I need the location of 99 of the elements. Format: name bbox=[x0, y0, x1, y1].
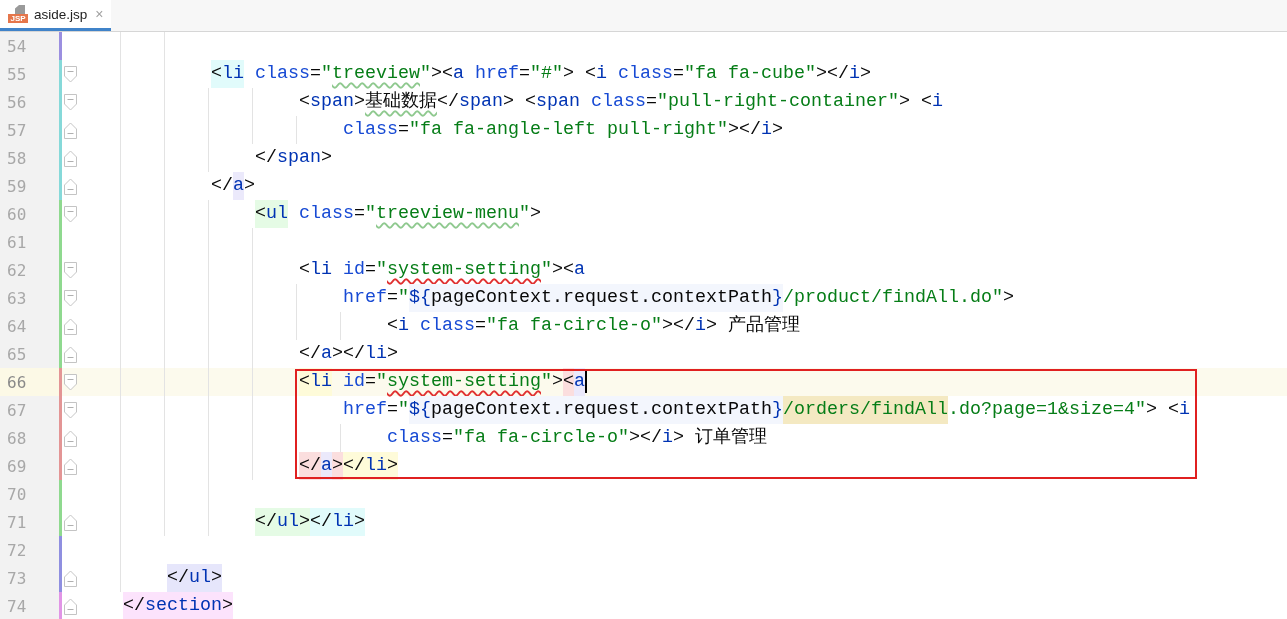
code-text: "> bbox=[519, 202, 541, 226]
line-number: 60 bbox=[0, 200, 59, 228]
highlighted-code: ${ bbox=[409, 284, 431, 312]
code-text: "><a href="#"> <i class="fa fa-cube"></i> bbox=[420, 62, 871, 86]
highlighted-code: ul bbox=[189, 564, 211, 592]
code-text: id=" bbox=[342, 370, 387, 394]
line-number: 57 bbox=[0, 116, 59, 144]
highlighted-code: li bbox=[332, 508, 354, 536]
highlighted-code: > bbox=[211, 564, 222, 592]
highlighted-code: > bbox=[299, 508, 310, 536]
code-text: href=" bbox=[343, 398, 409, 422]
fold-icon[interactable] bbox=[64, 457, 77, 475]
highlighted-code: </ bbox=[343, 452, 365, 480]
fold-icon[interactable] bbox=[64, 569, 77, 587]
line-number: 69 bbox=[0, 452, 59, 480]
code-text: > bbox=[244, 174, 255, 198]
code-text: class=" bbox=[254, 62, 332, 86]
line-number: 68 bbox=[0, 424, 59, 452]
fold-icon[interactable] bbox=[64, 121, 77, 139]
typo-underlined-code: treeview-menu bbox=[376, 202, 519, 226]
line-number: 55 bbox=[0, 60, 59, 88]
highlighted-code: < bbox=[299, 368, 310, 396]
fold-icon[interactable] bbox=[64, 177, 77, 195]
code-text: href=" bbox=[343, 286, 409, 310]
highlighted-code: </ bbox=[310, 508, 332, 536]
line-number: 71 bbox=[0, 508, 59, 536]
fold-icon[interactable] bbox=[64, 261, 77, 279]
line-number: 61 bbox=[0, 228, 59, 256]
code-text: <li id=" bbox=[299, 258, 387, 282]
highlighted-code: li bbox=[222, 60, 244, 88]
fold-icon[interactable] bbox=[64, 345, 77, 363]
fold-icon[interactable] bbox=[64, 289, 77, 307]
code-text: <span> bbox=[299, 90, 365, 114]
highlighted-code: </ bbox=[167, 564, 189, 592]
fold-icon[interactable] bbox=[64, 65, 77, 83]
highlighted-code: </ bbox=[123, 592, 145, 619]
file-tab[interactable]: JSP aside.jsp × bbox=[0, 0, 112, 31]
highlighted-code: a bbox=[574, 368, 585, 396]
fold-icon[interactable] bbox=[64, 205, 77, 223]
highlighted-code: </ bbox=[299, 452, 321, 480]
fold-icon[interactable] bbox=[64, 513, 77, 531]
error-underlined-code: system-setting bbox=[387, 258, 541, 282]
typo-underlined-code: 基础数据 bbox=[365, 90, 437, 114]
highlighted-code: pageContext.request.contextPath bbox=[431, 284, 772, 312]
line-number: 65 bbox=[0, 340, 59, 368]
highlighted-code: a bbox=[233, 172, 244, 200]
line-number: 59 bbox=[0, 172, 59, 200]
error-underlined-code: system-setting bbox=[387, 370, 541, 394]
code-text: /product/findAll.do"> bbox=[782, 286, 1014, 310]
highlighted-code: > bbox=[387, 452, 398, 480]
fold-icon[interactable] bbox=[64, 93, 77, 111]
highlighted-code: < bbox=[255, 200, 266, 228]
highlighted-code: pageContext.request.contextPath bbox=[431, 396, 772, 424]
highlighted-code: ${ bbox=[409, 396, 431, 424]
code-text: </span> bbox=[255, 146, 332, 170]
highlighted-code: > bbox=[222, 592, 233, 619]
code-text: </a></li> bbox=[299, 342, 398, 366]
code-text: </span> <span class="pull-right-container"> <i bbox=[437, 90, 943, 114]
fold-icon[interactable] bbox=[64, 149, 77, 167]
code-text: .do?page=1&size=4"> <i bbox=[947, 398, 1190, 422]
fold-icon[interactable] bbox=[64, 317, 77, 335]
highlighted-code: /orders/findAll bbox=[782, 396, 948, 424]
line-number: 63 bbox=[0, 284, 59, 312]
highlighted-code: section bbox=[145, 592, 222, 619]
code-text: "><a bbox=[541, 258, 585, 282]
highlighted-code: < bbox=[211, 60, 222, 88]
line-number: 74 bbox=[0, 592, 59, 619]
fold-icon[interactable] bbox=[64, 373, 77, 391]
code-text: class=" bbox=[298, 202, 376, 226]
highlighted-code: ul bbox=[266, 200, 288, 228]
line-number: 66 bbox=[0, 368, 59, 396]
highlighted-code: } bbox=[771, 284, 783, 312]
code-text: <i class="fa fa-circle-o"></i> 产品管理 bbox=[387, 314, 800, 338]
line-number: 58 bbox=[0, 144, 59, 172]
highlighted-code: ul bbox=[277, 508, 299, 536]
line-number: 56 bbox=[0, 88, 59, 116]
highlighted-code: < bbox=[563, 368, 574, 396]
fold-icon[interactable] bbox=[64, 429, 77, 447]
line-number: 67 bbox=[0, 396, 59, 424]
typo-underlined-code: treeview bbox=[332, 62, 420, 86]
highlighted-code: > bbox=[332, 452, 343, 480]
fold-icon[interactable] bbox=[64, 401, 77, 419]
code-text: class="fa fa-angle-left pull-right"></i> bbox=[343, 118, 783, 142]
code-text: </ bbox=[211, 174, 233, 198]
highlighted-code: </ bbox=[255, 508, 277, 536]
line-number: 72 bbox=[0, 536, 59, 564]
fold-icon[interactable] bbox=[64, 597, 77, 615]
code-text: "> bbox=[541, 370, 563, 394]
line-number: 64 bbox=[0, 312, 59, 340]
line-number: 73 bbox=[0, 564, 59, 592]
line-number: 62 bbox=[0, 256, 59, 284]
line-number: 70 bbox=[0, 480, 59, 508]
highlighted-code: li bbox=[365, 452, 387, 480]
highlighted-code: li bbox=[310, 368, 332, 396]
code-text: class="fa fa-circle-o"></i> 订单管理 bbox=[387, 426, 767, 450]
highlighted-code: > bbox=[354, 508, 365, 536]
highlighted-code: a bbox=[321, 452, 332, 480]
highlighted-code: } bbox=[771, 396, 783, 424]
line-number: 54 bbox=[0, 32, 59, 60]
